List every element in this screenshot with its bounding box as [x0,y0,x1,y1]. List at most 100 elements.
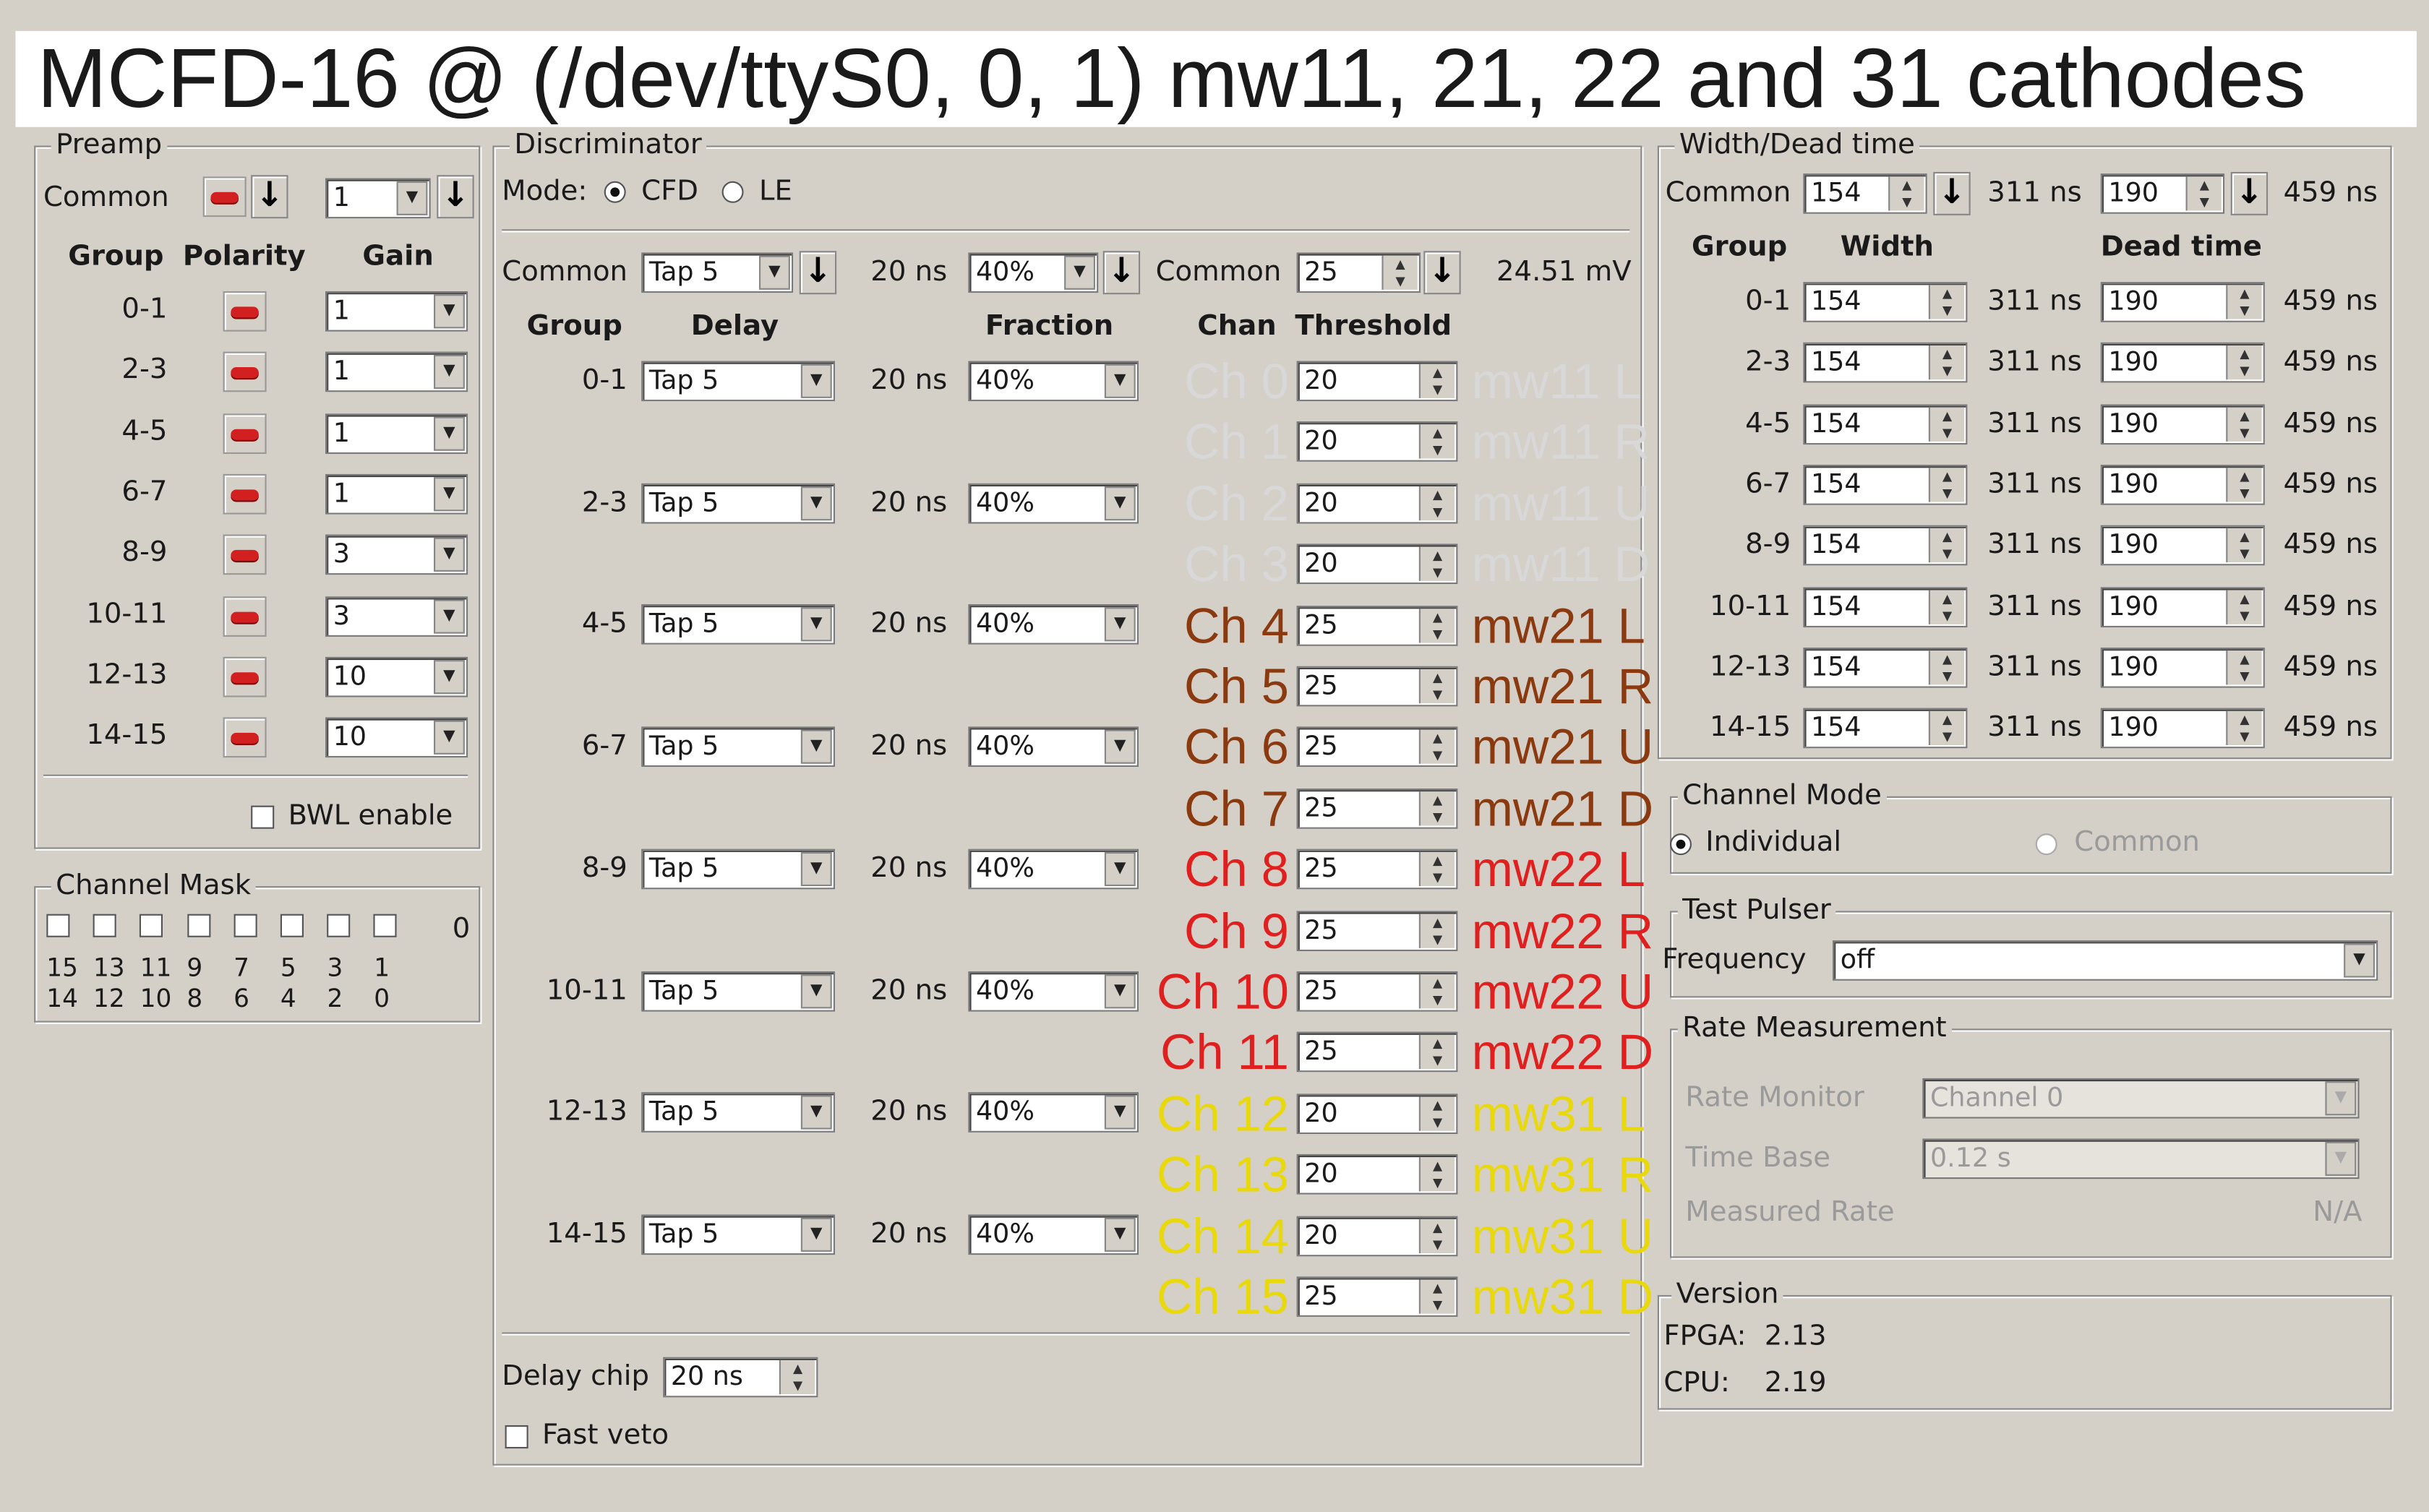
disc-common-threshold-spinbox[interactable]: 25 ▲ ▼ [1296,252,1421,293]
spin-arrows-icon[interactable]: ▲ ▼ [1418,1096,1455,1131]
disc-delay-select[interactable]: Tap 5 ▼ [641,361,835,402]
disc-delay-select[interactable]: Tap 5 ▼ [641,483,835,523]
spin-arrows-icon[interactable]: ▲ ▼ [779,1359,815,1395]
threshold-spinbox[interactable]: 20 ▲ ▼ [1296,483,1458,524]
wd-common-width-spinbox[interactable]: 154 ▲ ▼ [1803,173,1927,214]
chevron-down-icon[interactable]: ▼ [434,416,465,450]
chevron-down-icon[interactable]: ▼ [434,538,465,572]
preamp-gain-select[interactable]: 1 ▼ [325,352,468,392]
spin-arrows-icon[interactable]: ▲ ▼ [1928,468,1965,502]
preamp-gain-select[interactable]: 1 ▼ [325,413,468,454]
spin-arrows-icon[interactable]: ▲ ▼ [1418,1035,1455,1070]
channel-mask-checkbox[interactable] [93,914,117,937]
channel-mode-common-radio[interactable] [2035,833,2057,856]
preamp-gain-select[interactable]: 3 ▼ [325,534,468,575]
chevron-down-icon[interactable]: ▼ [800,364,832,398]
spin-arrows-icon[interactable]: ▲ ▼ [1928,589,1965,624]
fast-veto-checkbox[interactable] [505,1425,528,1449]
chevron-down-icon[interactable]: ▼ [434,476,465,512]
channel-mode-individual-radio[interactable] [1670,833,1692,856]
preamp-common-gain-apply-button[interactable]: ↓ [437,175,474,219]
threshold-spinbox[interactable]: 20 ▲ ▼ [1296,1154,1458,1195]
spin-arrows-icon[interactable]: ▲ ▼ [1418,913,1455,948]
chevron-down-icon[interactable]: ▼ [2344,943,2375,978]
width-spinbox[interactable]: 154 ▲ ▼ [1803,647,1968,688]
preamp-polarity-button[interactable] [223,596,267,636]
chevron-down-icon[interactable]: ▼ [2325,1141,2357,1176]
threshold-spinbox[interactable]: 25 ▲ ▼ [1296,849,1458,890]
channel-mask-checkbox[interactable] [374,914,398,937]
spin-arrows-icon[interactable]: ▲ ▼ [1381,255,1418,290]
preamp-polarity-button[interactable] [223,717,267,758]
width-spinbox[interactable]: 154 ▲ ▼ [1803,708,1968,749]
chevron-down-icon[interactable]: ▼ [434,598,465,633]
threshold-spinbox[interactable]: 25 ▲ ▼ [1296,1032,1458,1073]
threshold-spinbox[interactable]: 25 ▲ ▼ [1296,1276,1458,1317]
spin-arrows-icon[interactable]: ▲ ▼ [1418,364,1455,398]
spin-arrows-icon[interactable]: ▲ ▼ [1418,1219,1455,1253]
chevron-down-icon[interactable]: ▼ [759,255,790,290]
spin-arrows-icon[interactable]: ▲ ▼ [2226,650,2262,684]
disc-common-threshold-apply-button[interactable]: ↓ [1423,251,1461,295]
wd-common-dead-apply-button[interactable]: ↓ [2230,171,2269,215]
threshold-spinbox[interactable]: 25 ▲ ▼ [1296,788,1458,829]
threshold-spinbox[interactable]: 25 ▲ ▼ [1296,666,1458,707]
disc-delay-select[interactable]: Tap 5 ▼ [641,970,835,1011]
preamp-common-gain-select[interactable]: 1 ▼ [325,178,431,219]
spin-arrows-icon[interactable]: ▲ ▼ [1928,650,1965,684]
threshold-spinbox[interactable]: 25 ▲ ▼ [1296,605,1458,645]
threshold-spinbox[interactable]: 25 ▲ ▼ [1296,910,1458,951]
spin-arrows-icon[interactable]: ▲ ▼ [2226,345,2262,380]
spin-arrows-icon[interactable]: ▲ ▼ [1928,528,1965,563]
disc-delay-select[interactable]: Tap 5 ▼ [641,604,835,645]
spin-arrows-icon[interactable]: ▲ ▼ [1418,791,1455,826]
preamp-polarity-button[interactable] [223,413,267,454]
dead-time-spinbox[interactable]: 190 ▲ ▼ [2100,525,2265,566]
chevron-down-icon[interactable]: ▼ [434,659,465,694]
disc-fraction-select[interactable]: 40% ▼ [968,1092,1139,1133]
rate-monitor-select[interactable]: Channel 0 ▼ [1922,1078,2360,1119]
width-spinbox[interactable]: 154 ▲ ▼ [1803,586,1968,627]
spin-arrows-icon[interactable]: ▲ ▼ [2226,711,2262,746]
frequency-select[interactable]: off ▼ [1833,940,2378,981]
spin-arrows-icon[interactable]: ▲ ▼ [1928,406,1965,442]
width-spinbox[interactable]: 154 ▲ ▼ [1803,403,1968,444]
width-spinbox[interactable]: 154 ▲ ▼ [1803,282,1968,322]
threshold-spinbox[interactable]: 20 ▲ ▼ [1296,421,1458,463]
dead-time-spinbox[interactable]: 190 ▲ ▼ [2100,586,2265,627]
channel-mask-checkbox[interactable] [187,914,210,937]
spin-arrows-icon[interactable]: ▲ ▼ [1418,974,1455,1009]
dead-time-spinbox[interactable]: 190 ▲ ▼ [2100,282,2265,322]
threshold-spinbox[interactable]: 20 ▲ ▼ [1296,544,1458,585]
chevron-down-icon[interactable]: ▼ [1064,255,1095,290]
spin-arrows-icon[interactable]: ▲ ▼ [1928,711,1965,746]
disc-fraction-select[interactable]: 40% ▼ [968,483,1139,523]
preamp-polarity-button[interactable] [223,291,267,332]
chevron-down-icon[interactable]: ▼ [434,355,465,390]
preamp-gain-select[interactable]: 10 ▼ [325,656,468,697]
dead-time-spinbox[interactable]: 190 ▲ ▼ [2100,343,2265,384]
preamp-gain-select[interactable]: 3 ▼ [325,596,468,636]
channel-mask-checkbox[interactable] [234,914,257,937]
spin-arrows-icon[interactable]: ▲ ▼ [1928,345,1965,380]
channel-mask-checkbox[interactable] [327,914,351,937]
preamp-polarity-button[interactable] [223,656,267,697]
preamp-common-polarity-button[interactable] [202,176,247,218]
chevron-down-icon[interactable]: ▼ [800,608,832,643]
disc-delay-select[interactable]: Tap 5 ▼ [641,1092,835,1133]
threshold-spinbox[interactable]: 20 ▲ ▼ [1296,1215,1458,1256]
wd-common-width-apply-button[interactable]: ↓ [1933,171,1971,215]
preamp-gain-select[interactable]: 10 ▼ [325,717,468,758]
mode-le-radio[interactable] [721,181,744,203]
time-base-select[interactable]: 0.12 s ▼ [1922,1138,2360,1180]
bwl-enable-checkbox[interactable] [251,805,275,829]
preamp-gain-select[interactable]: 1 ▼ [325,473,468,515]
spin-arrows-icon[interactable]: ▲ ▼ [2226,468,2262,502]
spin-arrows-icon[interactable]: ▲ ▼ [2226,406,2262,442]
disc-fraction-select[interactable]: 40% ▼ [968,604,1139,645]
spin-arrows-icon[interactable]: ▲ ▼ [2226,589,2262,624]
disc-common-delay-select[interactable]: Tap 5 ▼ [641,252,794,293]
spin-arrows-icon[interactable]: ▲ ▼ [1418,852,1455,887]
spin-arrows-icon[interactable]: ▲ ▼ [1928,285,1965,319]
mode-cfd-radio[interactable] [604,181,626,203]
